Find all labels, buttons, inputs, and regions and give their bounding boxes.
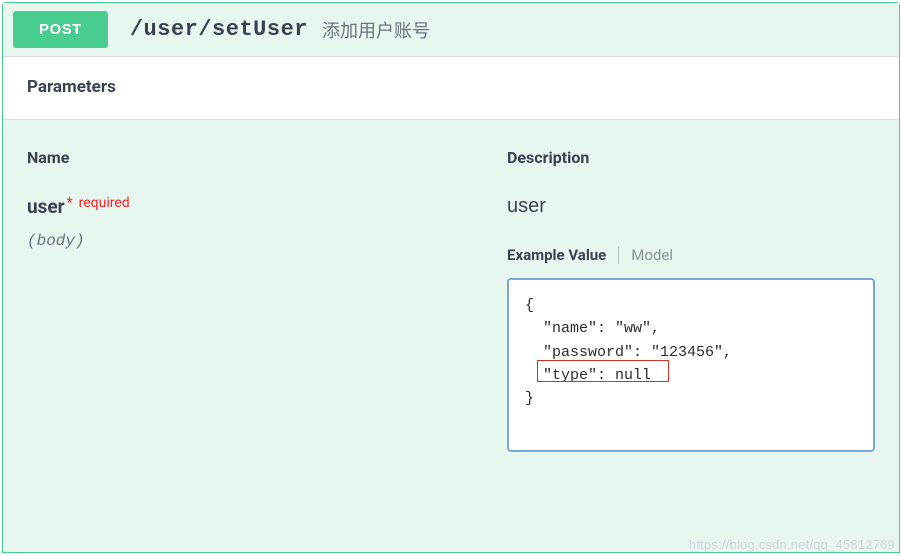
example-tabs: Example Value Model — [507, 246, 875, 264]
json-line: "password": "123456", — [525, 341, 857, 364]
tab-example-value[interactable]: Example Value — [507, 246, 618, 264]
endpoint-summary: 添加用户账号 — [322, 17, 430, 43]
param-in: (body) — [27, 232, 507, 250]
api-operation-panel: POST /user/setUser 添加用户账号 Parameters Nam… — [2, 2, 900, 553]
json-line: "name": "ww", — [525, 317, 857, 340]
endpoint-path: /user/setUser — [130, 17, 308, 42]
tab-separator — [618, 246, 619, 264]
json-line: } — [525, 387, 857, 410]
column-header-description: Description — [507, 148, 875, 195]
param-description: user — [507, 195, 875, 218]
tab-model[interactable]: Model — [631, 246, 685, 264]
parameters-title: Parameters — [27, 77, 875, 97]
parameters-section-header: Parameters — [3, 56, 899, 119]
column-header-name: Name — [27, 148, 507, 195]
required-asterisk: * — [67, 195, 73, 211]
operation-header[interactable]: POST /user/setUser 添加用户账号 — [3, 3, 899, 56]
json-line: { — [525, 294, 857, 317]
watermark: https://blog.csdn.net/qq_45812769 — [689, 537, 895, 552]
example-value-box[interactable]: { "name": "ww", "password": "123456", "t… — [507, 278, 875, 452]
param-name: user — [27, 195, 65, 218]
json-line: "type": null — [525, 364, 857, 387]
parameters-body: Name user* required (body) Description u… — [3, 119, 899, 452]
http-method-badge: POST — [13, 11, 108, 48]
required-label: required — [79, 195, 130, 211]
param-row-name-cell: user* required (body) — [27, 195, 507, 250]
